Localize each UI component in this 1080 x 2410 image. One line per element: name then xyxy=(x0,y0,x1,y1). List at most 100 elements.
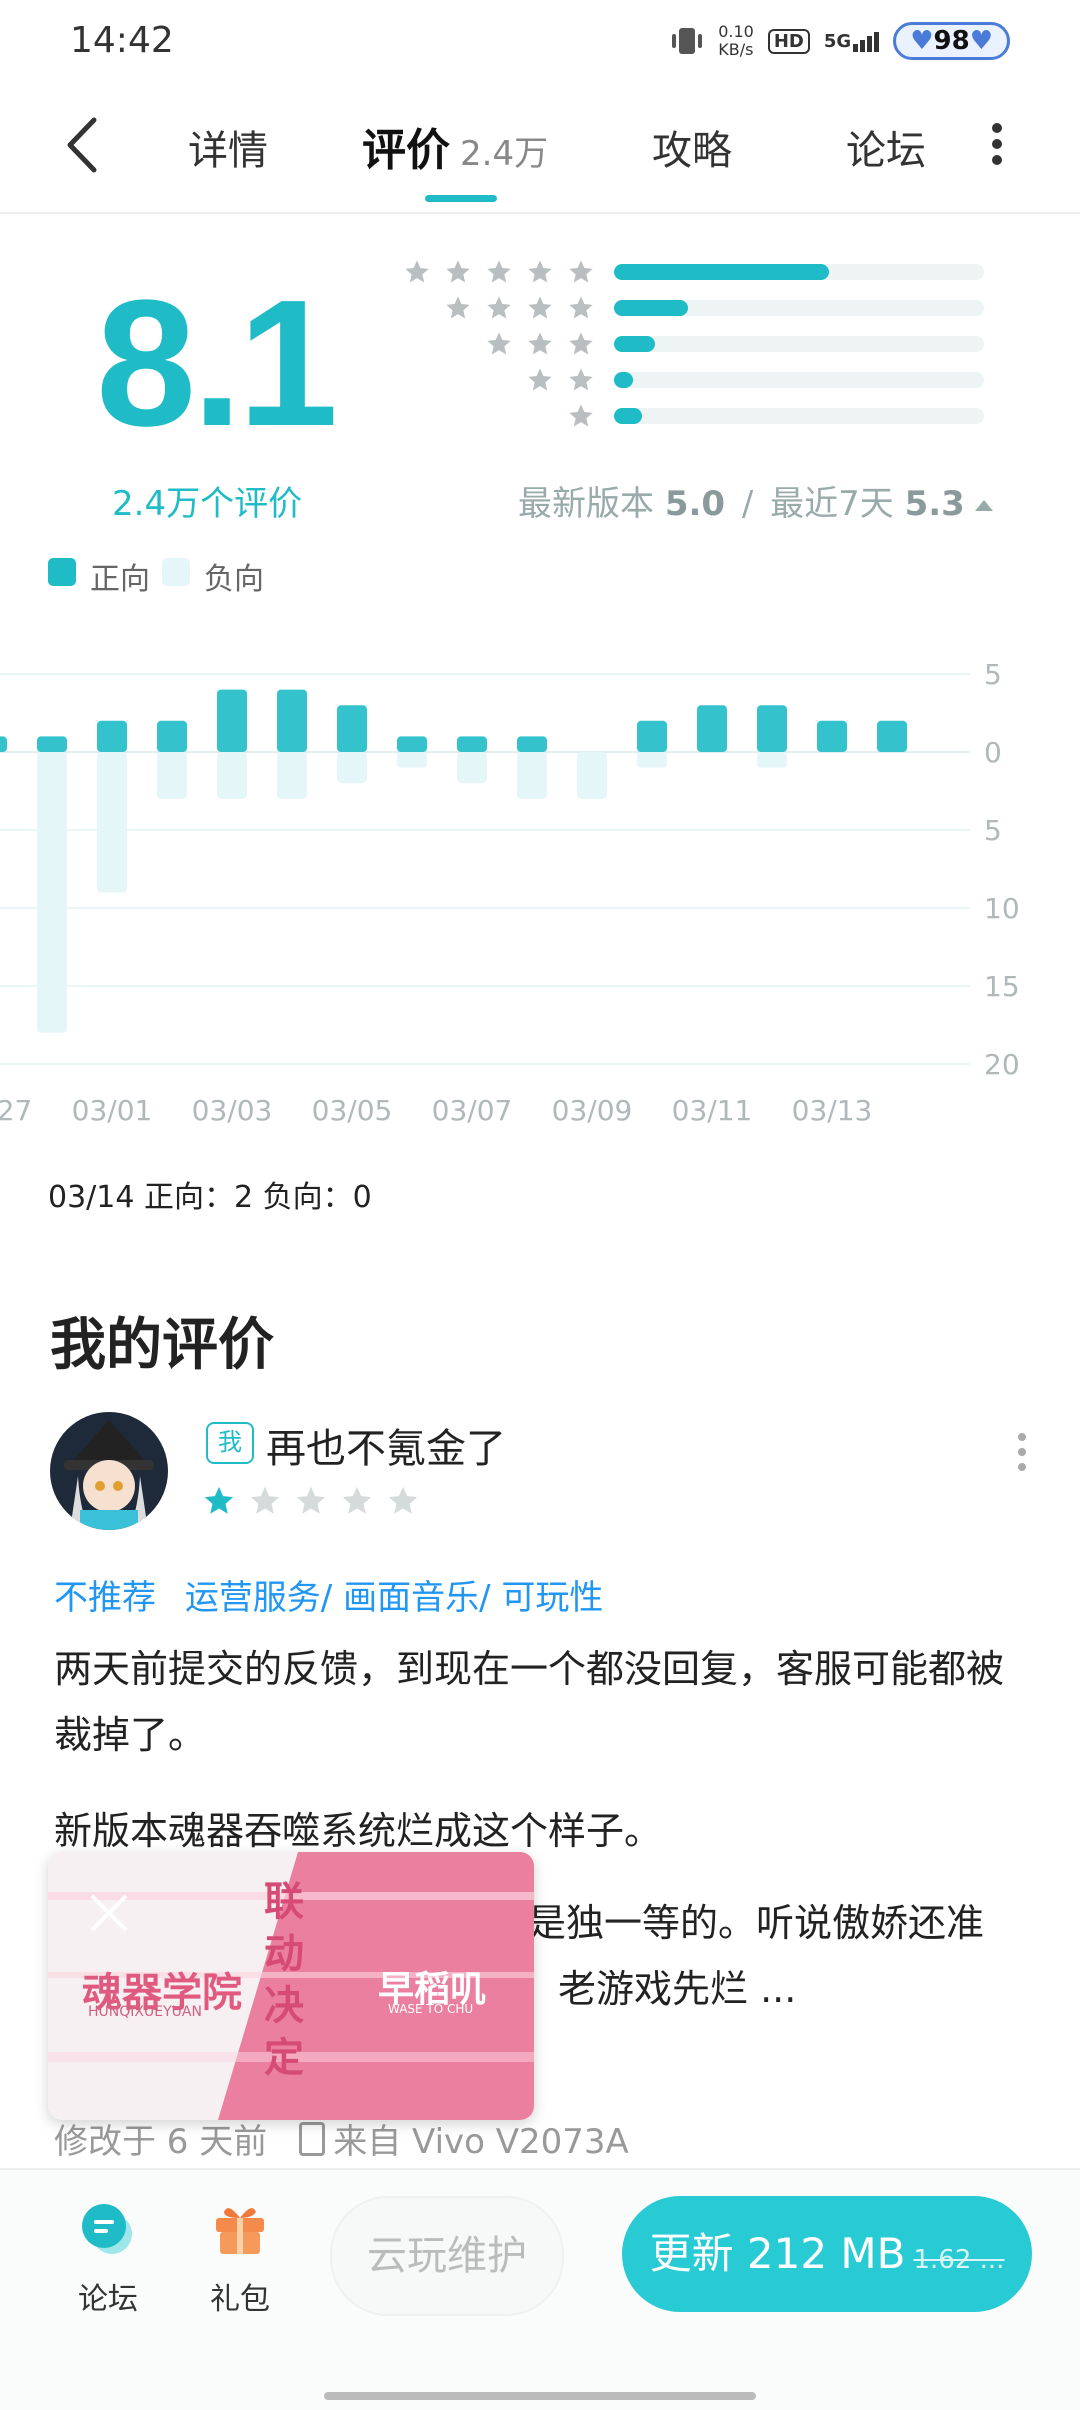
negative-bar xyxy=(757,752,787,768)
x-tick-label: 03/07 xyxy=(432,1094,513,1127)
star-icon xyxy=(569,368,593,391)
forum-chat-icon[interactable] xyxy=(78,2200,138,2260)
forum-label[interactable]: 论坛 xyxy=(58,2274,158,2318)
positive-bar xyxy=(817,720,847,752)
tag-not-recommended: 不推荐 xyxy=(54,1578,156,1618)
negative-bar xyxy=(37,752,67,1033)
review-paragraph-4[interactable]: 老游戏先烂 ... xyxy=(558,1956,1038,2022)
distribution-stars-1 xyxy=(395,402,595,432)
distribution-stars-2 xyxy=(395,366,595,396)
device-name: 来自 Vivo V2073A xyxy=(333,2122,629,2162)
distribution-bar-5 xyxy=(614,264,984,280)
back-arrow-icon[interactable] xyxy=(60,110,104,180)
hd-icon: HD xyxy=(767,28,810,54)
old-size: 1.62 ... xyxy=(913,2245,1005,2275)
tab-reviews[interactable]: 评价 2.4万 xyxy=(362,114,548,178)
distribution-stars-3 xyxy=(395,330,595,360)
avatar[interactable] xyxy=(50,1412,168,1530)
me-badge: 我 xyxy=(206,1422,254,1464)
negative-bar xyxy=(637,752,667,768)
x-tick-label: 03/01 xyxy=(72,1094,153,1127)
vibrate-icon xyxy=(672,28,703,54)
negative-bar xyxy=(277,752,307,799)
distribution-bar-fill xyxy=(614,372,633,388)
star-empty-icon xyxy=(342,1486,372,1514)
distribution-bar-2 xyxy=(614,372,984,388)
positive-bar xyxy=(637,720,667,752)
positive-bar xyxy=(277,689,307,752)
cloud-play-button[interactable]: 云玩维护 xyxy=(330,2196,564,2316)
positive-bar xyxy=(217,689,247,752)
star-icon xyxy=(569,404,593,427)
star-empty-icon xyxy=(250,1486,280,1514)
y-tick-label: 5 xyxy=(984,814,1002,847)
positive-bar xyxy=(877,720,907,752)
caret-up-icon xyxy=(974,500,993,511)
ad-subtitle-right: WASE TO CHU xyxy=(388,2002,474,2016)
positive-bar xyxy=(457,736,487,752)
close-icon[interactable] xyxy=(84,1888,134,1938)
legend-positive-label: 正向 xyxy=(90,562,150,597)
legend-negative-swatch xyxy=(162,558,190,586)
update-button[interactable]: 更新 212 MB 1.62 ... xyxy=(622,2196,1032,2312)
negative-bar xyxy=(397,752,427,768)
x-tick-label: 03/03 xyxy=(192,1094,273,1127)
signal-icon: 5G xyxy=(824,31,880,52)
daily-review-chart[interactable]: 5 0 5 10 15 20 02/27 03/01 03/03 03/05 03/07 03/09 0… xyxy=(0,640,1080,1140)
header-divider xyxy=(0,212,1080,214)
battery-indicator: ♥98♥ xyxy=(893,22,1010,60)
distribution-bar-fill xyxy=(614,264,829,280)
net-speed: 0.10 KB/s xyxy=(718,22,754,59)
review-more-icon[interactable] xyxy=(1016,1432,1028,1472)
tab-forum[interactable]: 论坛 xyxy=(846,118,926,176)
star-icon xyxy=(569,332,593,355)
positive-bar xyxy=(697,705,727,752)
positive-bar xyxy=(757,705,787,752)
star-icon xyxy=(487,296,511,319)
distribution-stars-4 xyxy=(395,294,595,324)
star-icon xyxy=(446,296,470,319)
y-tick-label: 0 xyxy=(984,736,1002,769)
rating-count: 2.4万个评价 xyxy=(112,484,303,524)
tab-details[interactable]: 详情 xyxy=(188,118,268,176)
star-icon xyxy=(528,260,552,283)
username[interactable]: 再也不氪金了 xyxy=(266,1416,506,1474)
x-tick-label: 03/05 xyxy=(312,1094,393,1127)
version-scores[interactable]: 最新版本 5.0 / 最近7天 5.3 xyxy=(518,476,993,525)
positive-bar xyxy=(37,736,67,752)
review-paragraph-1: 两天前提交的反馈，到现在一个都没回复，客服可能都被裁掉了。 xyxy=(54,1647,1005,1757)
positive-bar xyxy=(517,736,547,752)
positive-bar xyxy=(337,705,367,752)
ad-subtitle-left: HUNQIXUEYUAN xyxy=(88,2004,202,2020)
distribution-stars-5 xyxy=(395,258,595,288)
negative-bar xyxy=(157,752,187,799)
negative-bar xyxy=(457,752,487,784)
y-tick-label: 5 xyxy=(984,658,1002,691)
star-icon xyxy=(528,332,552,355)
modified-time: 修改于 6 天前 xyxy=(54,2122,268,2162)
distribution-bar-1 xyxy=(614,408,984,424)
distribution-bar-fill xyxy=(614,300,688,316)
star-icon xyxy=(528,368,552,391)
x-tick-label: 03/13 xyxy=(792,1094,873,1127)
selected-day-info: 03/14 正向：2 负向：0 xyxy=(48,1180,372,1215)
review-tags: 不推荐 运营服务/ 画面音乐/ 可玩性 xyxy=(54,1570,603,1619)
gift-icon[interactable] xyxy=(210,2198,270,2258)
star-icon xyxy=(487,260,511,283)
review-count: 2.4万 xyxy=(460,134,549,174)
legend-positive-swatch xyxy=(48,558,76,586)
x-tick-label: 02/27 xyxy=(0,1094,32,1127)
x-tick-label: 03/11 xyxy=(672,1094,753,1127)
tab-guides[interactable]: 攻略 xyxy=(652,118,732,176)
negative-bar xyxy=(217,752,247,799)
star-icon xyxy=(446,260,470,283)
home-indicator[interactable] xyxy=(324,2392,756,2400)
gift-label[interactable]: 礼包 xyxy=(190,2274,290,2318)
more-vertical-icon[interactable] xyxy=(990,122,1004,166)
star-icon xyxy=(528,296,552,319)
overall-score: 8.1 xyxy=(96,263,338,464)
active-tab-indicator xyxy=(425,195,497,202)
distribution-bar-fill xyxy=(614,408,642,424)
star-filled-icon xyxy=(204,1486,234,1514)
negative-bar xyxy=(517,752,547,799)
